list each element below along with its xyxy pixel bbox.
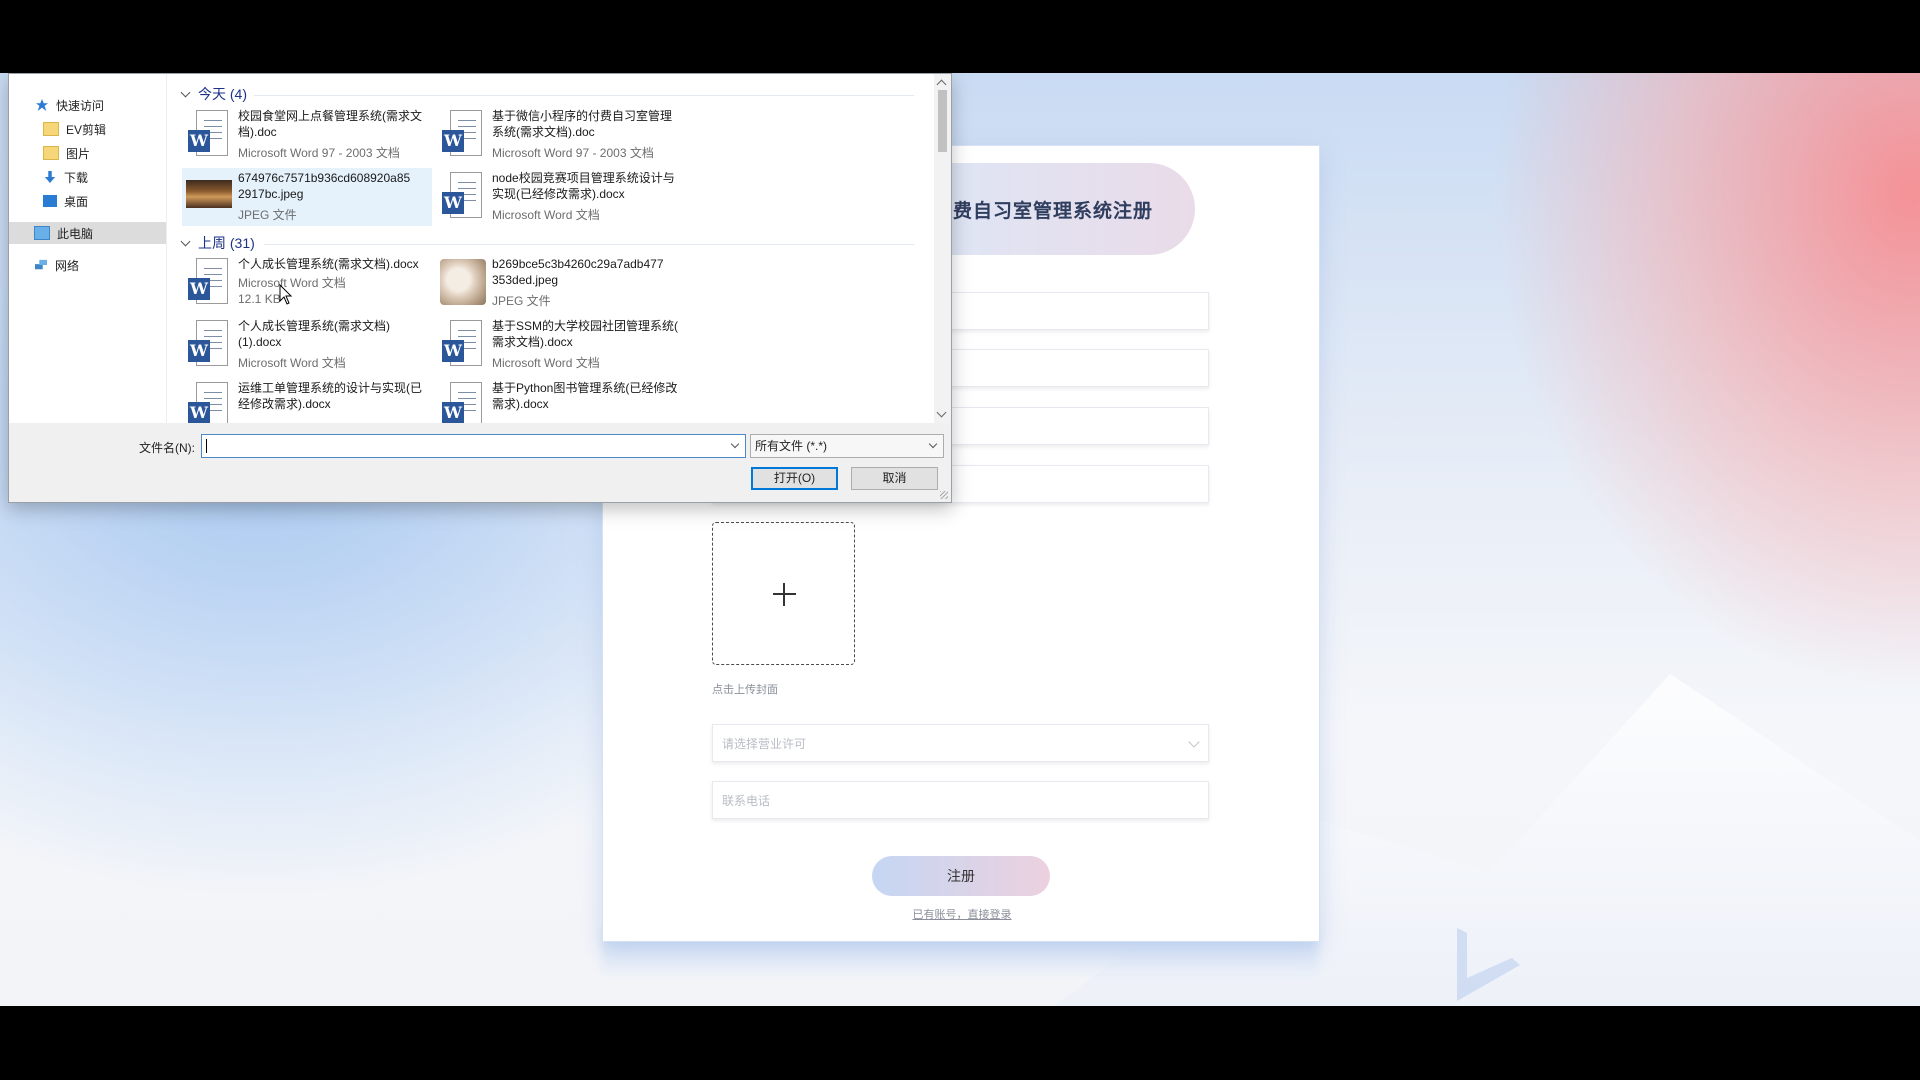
nav-item-label: 图片 bbox=[66, 146, 91, 161]
file-item[interactable]: W 运维工单管理系统的设计与实现(已 经修改需求).docx bbox=[182, 378, 432, 423]
nav-item-downloads[interactable]: 下载 bbox=[43, 166, 88, 188]
file-name: 校园食堂网上点餐管理系统(需求文 档).doc bbox=[238, 109, 422, 139]
word-icon: W bbox=[186, 382, 230, 423]
cancel-button[interactable]: 取消 bbox=[851, 467, 938, 490]
phone-input[interactable]: 联系电话 bbox=[712, 781, 1209, 819]
cover-upload-box[interactable] bbox=[712, 522, 855, 665]
phone-placeholder: 联系电话 bbox=[722, 793, 771, 808]
filename-label: 文件名(N): bbox=[139, 441, 195, 455]
computer-icon bbox=[34, 226, 50, 240]
file-size: 12.1 KB bbox=[238, 292, 281, 306]
word-icon: W bbox=[186, 320, 230, 368]
nav-network[interactable]: 网络 bbox=[34, 254, 79, 276]
nav-this-pc[interactable]: 此电脑 bbox=[9, 222, 166, 244]
file-name: node校园竞赛项目管理系统设计与 实现(已经修改需求).docx bbox=[492, 171, 675, 201]
scroll-down-icon[interactable] bbox=[936, 407, 947, 418]
nav-item-desktop[interactable]: 桌面 bbox=[43, 190, 88, 212]
file-item[interactable]: W 校园食堂网上点餐管理系统(需求文 档).doc Microsoft Word… bbox=[182, 106, 432, 164]
file-name: 674976c7571b936cd608920a85 2917bc.jpeg bbox=[238, 171, 411, 201]
license-select[interactable]: 请选择营业许可 bbox=[712, 724, 1209, 762]
group-header-today[interactable]: 今天 (4) bbox=[180, 84, 247, 104]
word-icon: W bbox=[186, 258, 230, 306]
file-item[interactable]: W 个人成长管理系统(需求文档).docx Microsoft Word 文档 … bbox=[182, 254, 432, 312]
file-type: Microsoft Word 文档 bbox=[492, 356, 600, 370]
text-caret bbox=[206, 439, 207, 453]
word-icon: W bbox=[440, 110, 484, 158]
upload-hint: 点击上传封面 bbox=[712, 683, 778, 696]
file-item[interactable]: W 基于SSM的大学校园社团管理系统( 需求文档).docx Microsoft… bbox=[436, 316, 686, 374]
nav-item-label: EV剪辑 bbox=[66, 122, 107, 137]
register-button[interactable]: 注册 bbox=[872, 856, 1050, 896]
scrollbar-thumb[interactable] bbox=[938, 90, 947, 152]
license-select-placeholder: 请选择营业许可 bbox=[722, 736, 807, 751]
file-name: b269bce5c3b4260c29a7adb477 353ded.jpeg bbox=[492, 257, 664, 287]
navigation-pane: 快速访问 EV剪辑 图片 下载 桌面 此电脑 网络 bbox=[9, 74, 167, 423]
file-name: 基于微信小程序的付费自习室管理 系统(需求文档).doc bbox=[492, 109, 673, 139]
file-item-selected[interactable]: 674976c7571b936cd608920a85 2917bc.jpeg J… bbox=[182, 168, 432, 226]
nav-item-label: 桌面 bbox=[64, 194, 89, 209]
watermark-logo-icon bbox=[1457, 928, 1520, 1001]
file-item[interactable]: W 基于Python图书管理系统(已经修改 需求).docx bbox=[436, 378, 686, 423]
group-divider bbox=[254, 95, 914, 96]
chevron-down-icon bbox=[180, 87, 191, 97]
file-list-scrollbar[interactable] bbox=[934, 74, 951, 423]
folder-icon bbox=[43, 122, 59, 136]
word-icon: W bbox=[440, 320, 484, 368]
plus-icon-vertical bbox=[783, 583, 785, 606]
file-type: JPEG 文件 bbox=[238, 208, 297, 222]
mouse-cursor-icon bbox=[279, 284, 293, 305]
scroll-up-icon[interactable] bbox=[936, 79, 947, 90]
image-thumbnail-icon bbox=[440, 259, 486, 305]
file-open-dialog: 快速访问 EV剪辑 图片 下载 桌面 此电脑 网络 今天 (4) W 校园食堂网… bbox=[8, 73, 952, 503]
open-button[interactable]: 打开(O) bbox=[751, 467, 838, 490]
file-type: Microsoft Word 97 - 2003 文档 bbox=[238, 146, 400, 160]
word-icon: W bbox=[186, 110, 230, 158]
file-item[interactable]: W 个人成长管理系统(需求文档) (1).docx Microsoft Word… bbox=[182, 316, 432, 374]
download-icon bbox=[44, 171, 56, 183]
group-label: 上周 (31) bbox=[198, 235, 255, 251]
desktop-icon bbox=[43, 195, 57, 207]
nav-item-label: 下载 bbox=[64, 170, 89, 185]
image-thumbnail-icon bbox=[186, 180, 232, 208]
group-header-last-week[interactable]: 上周 (31) bbox=[180, 233, 255, 253]
file-type: JPEG 文件 bbox=[492, 294, 551, 308]
file-type: Microsoft Word 文档 bbox=[492, 208, 600, 222]
file-name: 基于Python图书管理系统(已经修改 需求).docx bbox=[492, 381, 678, 411]
register-title: 费自习室管理系统注册 bbox=[953, 199, 1154, 222]
nav-item-ev[interactable]: EV剪辑 bbox=[43, 118, 106, 140]
dialog-browser-area: 快速访问 EV剪辑 图片 下载 桌面 此电脑 网络 今天 (4) W 校园食堂网… bbox=[9, 74, 951, 423]
file-type-select[interactable]: 所有文件 (*.*) bbox=[750, 434, 944, 458]
word-icon: W bbox=[440, 382, 484, 423]
nav-network-label: 网络 bbox=[55, 258, 80, 273]
file-name: 基于SSM的大学校园社团管理系统( 需求文档).docx bbox=[492, 319, 679, 349]
nav-item-pictures[interactable]: 图片 bbox=[43, 142, 90, 164]
group-label: 今天 (4) bbox=[198, 86, 247, 102]
chevron-down-icon bbox=[1188, 736, 1200, 748]
file-item[interactable]: W node校园竞赛项目管理系统设计与 实现(已经修改需求).docx Micr… bbox=[436, 168, 686, 226]
chevron-down-icon bbox=[180, 236, 191, 246]
file-type: Microsoft Word 文档 bbox=[238, 356, 346, 370]
file-item[interactable]: W 基于微信小程序的付费自习室管理 系统(需求文档).doc Microsoft… bbox=[436, 106, 686, 164]
file-type: Microsoft Word 97 - 2003 文档 bbox=[492, 146, 654, 160]
file-name: 运维工单管理系统的设计与实现(已 经修改需求).docx bbox=[238, 381, 422, 411]
network-icon bbox=[35, 259, 47, 270]
folder-icon bbox=[43, 146, 59, 160]
file-type-value: 所有文件 (*.*) bbox=[755, 439, 828, 453]
login-link[interactable]: 已有账号，直接登录 bbox=[912, 906, 1012, 922]
chevron-down-icon[interactable] bbox=[730, 439, 740, 449]
word-icon: W bbox=[440, 172, 484, 220]
file-item[interactable]: b269bce5c3b4260c29a7adb477 353ded.jpeg J… bbox=[436, 254, 686, 312]
star-icon bbox=[36, 99, 48, 111]
nav-this-pc-label: 此电脑 bbox=[57, 226, 94, 241]
nav-quick-access[interactable]: 快速访问 bbox=[35, 94, 104, 116]
file-name: 个人成长管理系统(需求文档).docx bbox=[238, 257, 419, 271]
file-name: 个人成长管理系统(需求文档) (1).docx bbox=[238, 319, 390, 349]
nav-quick-access-label: 快速访问 bbox=[56, 98, 105, 113]
chevron-down-icon bbox=[928, 439, 938, 449]
filename-input[interactable] bbox=[201, 434, 746, 458]
file-list: 今天 (4) W 校园食堂网上点餐管理系统(需求文 档).doc Microso… bbox=[174, 74, 934, 423]
resize-grip-icon[interactable] bbox=[940, 491, 948, 499]
group-divider bbox=[264, 244, 914, 245]
